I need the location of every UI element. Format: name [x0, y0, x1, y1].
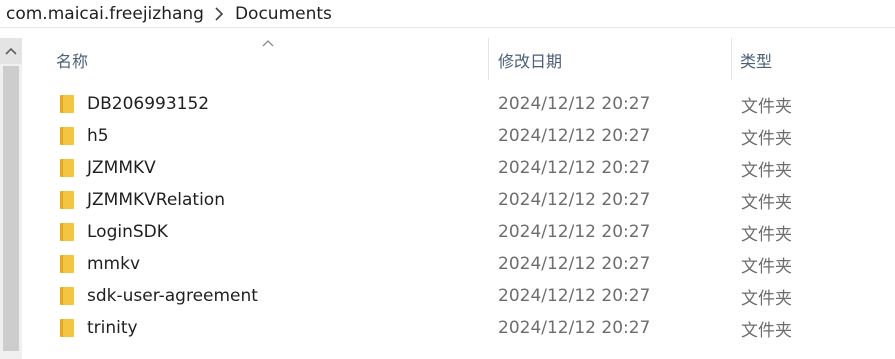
- file-name: sdk-user-agreement: [87, 286, 258, 306]
- file-date-modified: 2024/12/12 20:27: [498, 190, 651, 210]
- file-type: 文件夹: [741, 128, 792, 149]
- column-header: 名称 修改日期 类型: [22, 38, 895, 82]
- column-header-type[interactable]: 类型: [740, 38, 890, 82]
- column-header-name[interactable]: 名称: [56, 38, 486, 82]
- file-type: 文件夹: [741, 288, 792, 309]
- file-name: JZMMKV: [87, 158, 156, 178]
- file-row[interactable]: mmkv 2024/12/12 20:27 文件夹: [22, 248, 895, 280]
- column-divider[interactable]: [731, 38, 732, 80]
- file-row[interactable]: JZMMKVRelation 2024/12/12 20:27 文件夹: [22, 184, 895, 216]
- file-date-modified: 2024/12/12 20:27: [498, 318, 651, 338]
- scroll-up-arrow-icon[interactable]: [0, 38, 22, 64]
- folder-icon: [60, 191, 74, 209]
- file-row[interactable]: h5 2024/12/12 20:27 文件夹: [22, 120, 895, 152]
- scrollbar-thumb[interactable]: [3, 66, 19, 351]
- file-date-modified: 2024/12/12 20:27: [498, 254, 651, 274]
- breadcrumb-item-documents[interactable]: Documents: [235, 4, 332, 24]
- folder-icon: [60, 159, 74, 177]
- file-type: 文件夹: [741, 256, 792, 277]
- breadcrumb-item-app-folder[interactable]: com.maicai.freejizhang: [6, 4, 204, 24]
- folder-icon: [60, 223, 74, 241]
- vertical-scrollbar[interactable]: [0, 38, 22, 359]
- file-date-modified: 2024/12/12 20:27: [498, 158, 651, 178]
- file-date-modified: 2024/12/12 20:27: [498, 222, 651, 242]
- file-type: 文件夹: [741, 192, 792, 213]
- column-header-date-modified[interactable]: 修改日期: [498, 38, 728, 82]
- file-row[interactable]: DB206993152 2024/12/12 20:27 文件夹: [22, 88, 895, 120]
- file-name: JZMMKVRelation: [87, 190, 225, 210]
- file-date-modified: 2024/12/12 20:27: [498, 126, 651, 146]
- file-date-modified: 2024/12/12 20:27: [498, 94, 651, 114]
- file-name: LoginSDK: [87, 222, 168, 242]
- file-row[interactable]: LoginSDK 2024/12/12 20:27 文件夹: [22, 216, 895, 248]
- file-name: DB206993152: [87, 94, 210, 114]
- folder-icon: [60, 127, 74, 145]
- file-name: mmkv: [87, 254, 141, 274]
- file-date-modified: 2024/12/12 20:27: [498, 286, 651, 306]
- folder-icon: [60, 319, 74, 337]
- chevron-right-icon[interactable]: [210, 6, 228, 21]
- file-row[interactable]: sdk-user-agreement 2024/12/12 20:27 文件夹: [22, 280, 895, 312]
- file-type: 文件夹: [741, 224, 792, 245]
- file-row[interactable]: trinity 2024/12/12 20:27 文件夹: [22, 312, 895, 344]
- file-type: 文件夹: [741, 160, 792, 181]
- file-row[interactable]: JZMMKV 2024/12/12 20:27 文件夹: [22, 152, 895, 184]
- folder-icon: [60, 287, 74, 305]
- column-divider[interactable]: [488, 38, 489, 80]
- folder-icon: [60, 255, 74, 273]
- file-type: 文件夹: [741, 320, 792, 341]
- file-type: 文件夹: [741, 96, 792, 117]
- file-list: DB206993152 2024/12/12 20:27 文件夹 h5 2024…: [22, 88, 895, 344]
- file-name: trinity: [87, 318, 138, 338]
- file-name: h5: [87, 126, 109, 146]
- folder-icon: [60, 95, 74, 113]
- breadcrumb: com.maicai.freejizhang Documents: [0, 0, 895, 28]
- file-explorer-window: com.maicai.freejizhang Documents 名称 修改日期…: [0, 0, 895, 359]
